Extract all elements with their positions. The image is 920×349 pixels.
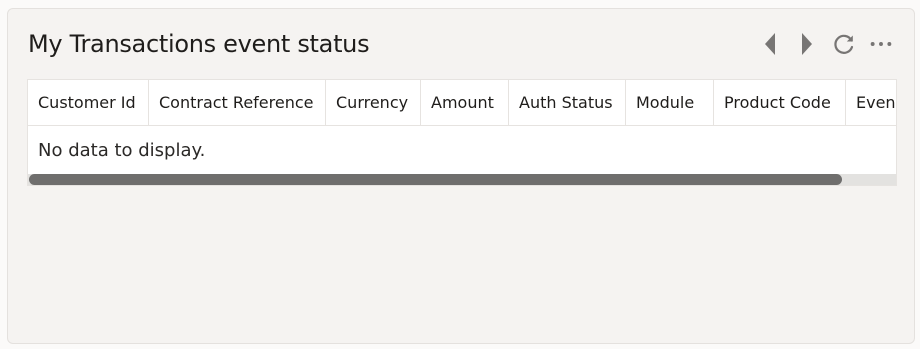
column-header-currency[interactable]: Currency [326,80,421,125]
horizontal-scrollbar[interactable] [28,174,896,185]
column-header-amount[interactable]: Amount [421,80,509,125]
previous-button[interactable] [757,31,783,57]
chevron-left-icon [765,33,775,55]
column-header-event[interactable]: Event [846,80,896,125]
table-header-row: Customer Id Contract Reference Currency … [28,80,896,126]
scrollbar-thumb[interactable] [29,174,842,185]
column-header-auth-status[interactable]: Auth Status [509,80,626,125]
column-header-module[interactable]: Module [626,80,714,125]
column-header-contract-reference[interactable]: Contract Reference [149,80,326,125]
refresh-button[interactable] [831,31,857,57]
transactions-table: Customer Id Contract Reference Currency … [27,79,897,186]
more-options-button[interactable] [868,31,894,57]
widget-toolbar [757,31,894,57]
column-header-customer-id[interactable]: Customer Id [28,80,149,125]
widget-title: My Transactions event status [28,30,370,58]
next-button[interactable] [794,31,820,57]
empty-state-message: No data to display. [38,140,206,161]
more-options-icon [870,42,892,46]
column-header-product-code[interactable]: Product Code [714,80,846,125]
refresh-icon [834,34,854,54]
chevron-right-icon [802,33,812,55]
transactions-widget: My Transactions event status Customer Id… [7,8,915,344]
